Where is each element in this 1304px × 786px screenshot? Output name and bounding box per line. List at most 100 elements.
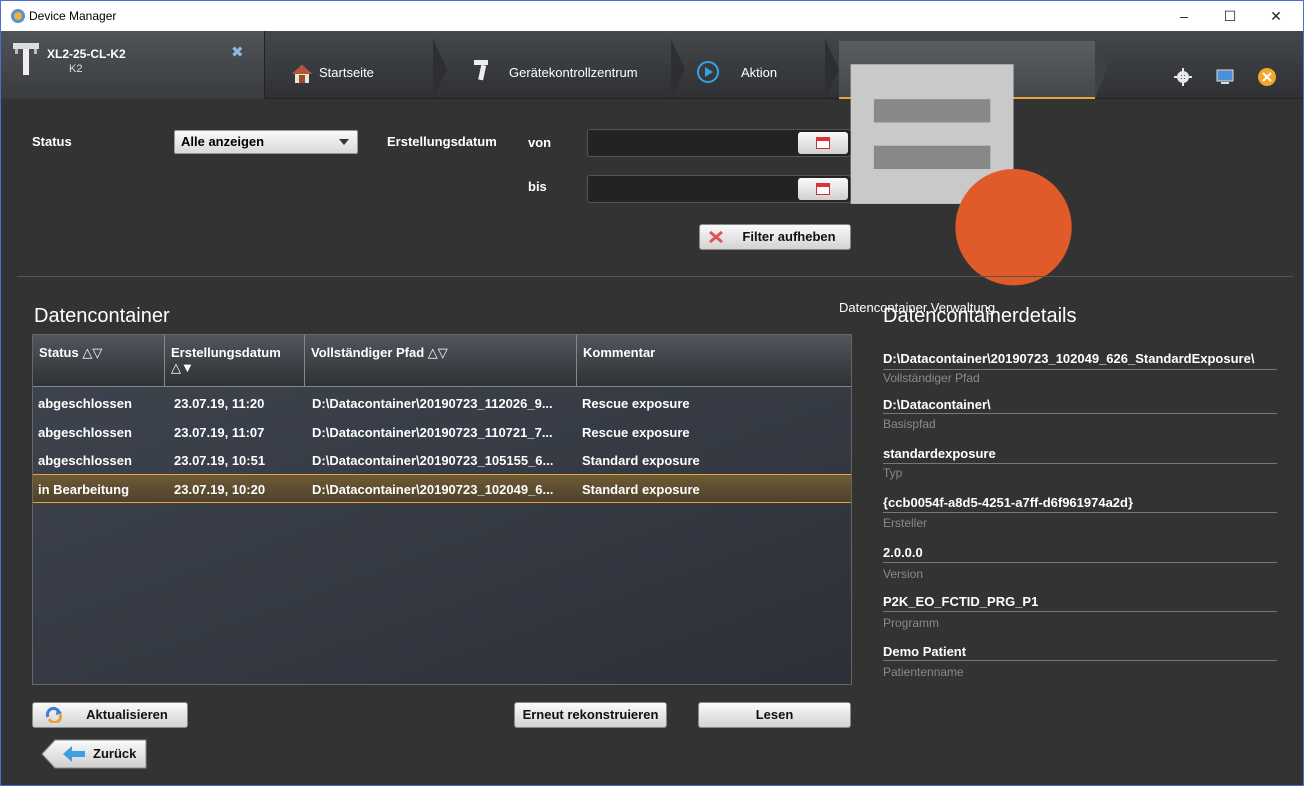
clear-filter-button[interactable]: Filter aufheben [699, 224, 851, 250]
detail-version-value: 2.0.0.0 [883, 545, 923, 560]
table-row[interactable]: abgeschlossen 23.07.19, 11:20 D:\Datacon… [33, 389, 851, 418]
cell-comment: Standard exposure [582, 453, 700, 468]
back-button[interactable]: Zurück [41, 739, 147, 769]
status-filter-label: Status [32, 134, 72, 149]
detail-underline [883, 512, 1277, 513]
date-filter-label: Erstellungsdatum [387, 134, 497, 149]
nav-control-center-label: Gerätekontrollzentrum [509, 65, 638, 80]
detail-creator-value: {ccb0054f-a8d5-4251-a7ff-d6f961974a2d} [883, 495, 1134, 510]
device-icon [13, 43, 39, 75]
detail-version-label: Version [883, 567, 924, 581]
details-title: Datencontainerdetails [883, 305, 1077, 327]
title-bar: Device Manager – ☐ ✕ [1, 1, 1303, 31]
section-divider [17, 276, 1293, 277]
cell-path: D:\Datacontainer\20190723_105155_6... [312, 453, 554, 468]
refresh-icon [45, 707, 63, 723]
nav-action[interactable]: Aktion [685, 31, 835, 99]
date-from-field[interactable] [587, 129, 851, 157]
cell-status: abgeschlossen [38, 396, 132, 411]
control-center-icon [474, 60, 488, 81]
chevron-down-icon [339, 139, 349, 145]
refresh-button[interactable]: Aktualisieren [32, 702, 188, 728]
detail-full-path-label: Vollständiger Pfad [883, 371, 980, 385]
date-to-field[interactable] [587, 175, 851, 203]
column-header-status[interactable]: Status △▽ [33, 335, 165, 387]
cell-path: D:\Datacontainer\20190723_112026_9... [312, 396, 553, 411]
reconstruct-button[interactable]: Erneut rekonstruieren [514, 702, 667, 728]
column-header-date[interactable]: Erstellungsdatum △▼ [165, 335, 305, 387]
detail-underline [883, 611, 1277, 612]
date-from-picker-button[interactable] [798, 132, 848, 154]
nav-separator [671, 39, 685, 99]
cell-date: 23.07.19, 10:20 [174, 482, 266, 497]
cell-comment: Standard exposure [582, 482, 700, 497]
navigation-bar: XL2-25-CL-K2 K2 ✖ Startseite Gerätekontr… [1, 31, 1303, 315]
datacontainer-title: Datencontainer [34, 305, 170, 327]
device-panel[interactable]: XL2-25-CL-K2 K2 ✖ [1, 31, 265, 99]
detail-program-label: Programm [883, 616, 940, 630]
close-window-button[interactable]: ✕ [1253, 1, 1299, 31]
cell-path: D:\Datacontainer\20190723_102049_6... [312, 482, 554, 497]
settings-icon[interactable] [1173, 67, 1193, 87]
detail-creator-label: Ersteller [883, 516, 928, 530]
detail-patient-name-label: Patientenname [883, 665, 964, 679]
back-label: Zurück [93, 746, 137, 761]
read-label: Lesen [755, 707, 794, 722]
maximize-button[interactable]: ☐ [1207, 1, 1253, 31]
status-filter-value: Alle anzeigen [181, 134, 265, 149]
nav-data-container-admin[interactable]: Datencontainer Verwaltung [839, 41, 1095, 315]
column-header-comment[interactable]: Kommentar [577, 335, 851, 387]
data-container-icon [850, 64, 1072, 286]
cell-date: 23.07.19, 11:07 [174, 425, 265, 440]
nav-home[interactable]: Startseite [265, 31, 435, 99]
column-header-path[interactable]: Vollständiger Pfad △▽ [305, 335, 577, 387]
clear-filter-icon [709, 230, 723, 244]
calendar-icon [816, 137, 830, 149]
datacontainer-table: Status △▽ Erstellungsdatum △▼ Vollständi… [32, 334, 852, 685]
date-to-picker-button[interactable] [798, 178, 848, 200]
close-device-icon[interactable]: ✖ [231, 43, 244, 61]
date-to-label: bis [528, 179, 547, 194]
cell-date: 23.07.19, 10:51 [174, 453, 266, 468]
calendar-icon [816, 183, 830, 195]
table-row[interactable]: abgeschlossen 23.07.19, 11:07 D:\Datacon… [33, 418, 851, 447]
home-icon [292, 65, 312, 83]
detail-full-path-value: D:\Datacontainer\20190723_102049_626_Sta… [883, 351, 1255, 366]
monitor-icon[interactable] [1215, 67, 1235, 87]
status-filter-select[interactable]: Alle anzeigen [174, 130, 358, 154]
nav-home-label: Startseite [319, 65, 374, 80]
cell-status: in Bearbeitung [38, 482, 130, 497]
read-button[interactable]: Lesen [698, 702, 851, 728]
action-icon [697, 61, 719, 83]
nav-action-label: Aktion [741, 65, 778, 80]
date-from-label: von [528, 135, 552, 150]
clear-filter-label: Filter aufheben [742, 229, 836, 244]
app-icon [11, 9, 25, 23]
detail-underline [883, 413, 1277, 414]
window-title: Device Manager [29, 9, 117, 23]
detail-patient-name-value: Demo Patient [883, 644, 967, 659]
cell-date: 23.07.19, 11:20 [174, 396, 265, 411]
exit-icon[interactable] [1257, 67, 1277, 87]
nav-separator [1095, 40, 1107, 98]
nav-separator [433, 39, 447, 99]
detail-underline [883, 463, 1277, 464]
device-manager-window: Device Manager – ☐ ✕ XL2-25-CL-K2 K2 ✖ S… [0, 0, 1304, 786]
device-name: XL2-25-CL-K2 [47, 47, 126, 61]
table-header: Status △▽ Erstellungsdatum △▼ Vollständi… [33, 335, 851, 387]
device-subtitle: K2 [69, 63, 83, 75]
detail-underline [883, 562, 1277, 563]
reconstruct-label: Erneut rekonstruieren [522, 707, 659, 722]
minimize-button[interactable]: – [1161, 1, 1207, 31]
nav-control-center[interactable]: Gerätekontrollzentrum [447, 31, 673, 99]
detail-type-label: Typ [883, 466, 903, 480]
table-row[interactable]: abgeschlossen 23.07.19, 10:51 D:\Datacon… [33, 446, 851, 475]
detail-program-value: P2K_EO_FCTID_PRG_P1 [883, 594, 1039, 609]
detail-underline [883, 660, 1277, 661]
cell-path: D:\Datacontainer\20190723_110721_7... [312, 425, 553, 440]
refresh-label: Aktualisieren [86, 707, 168, 722]
detail-base-path-value: D:\Datacontainer\ [883, 397, 991, 412]
detail-type-value: standardexposure [883, 446, 996, 461]
table-row-selected[interactable]: in Bearbeitung 23.07.19, 10:20 D:\Dataco… [33, 474, 851, 503]
detail-underline [883, 369, 1277, 370]
